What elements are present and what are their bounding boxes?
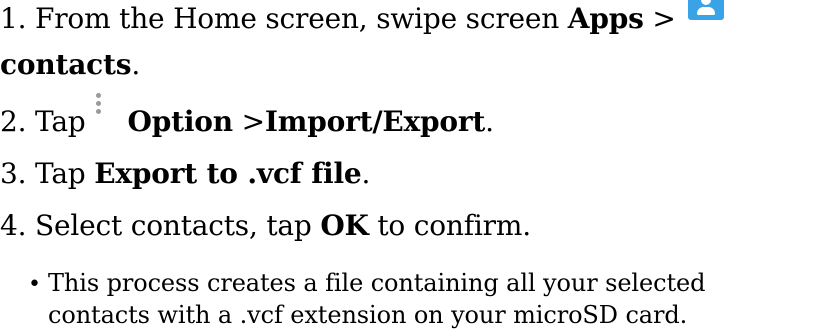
import-export-label: Import/Export bbox=[264, 105, 486, 138]
contacts-label: contacts bbox=[0, 48, 132, 81]
export-vcf-label: Export to .vcf file bbox=[94, 157, 362, 190]
note-line-2: contacts with a .vcf extension on your m… bbox=[28, 300, 705, 330]
step-1-end: . bbox=[131, 48, 141, 81]
instruction-page: 1. From the Home screen, swipe screen Ap… bbox=[0, 0, 814, 329]
note-text-2: contacts with a .vcf extension on your m… bbox=[48, 301, 688, 329]
step-2-text: 2. Tap bbox=[0, 105, 86, 138]
option-label: Option bbox=[127, 105, 234, 138]
note-line-1: • This process creates a file containing … bbox=[28, 268, 705, 300]
step-3-text: 3. Tap bbox=[0, 157, 95, 190]
step-1-text: 1. From the Home screen, swipe screen bbox=[0, 2, 568, 35]
step-4: 4. Select contacts, tap OK to confirm. bbox=[0, 207, 531, 245]
step-4-text: 4. Select contacts, tap bbox=[0, 209, 321, 242]
step-4-suffix: to confirm. bbox=[368, 209, 531, 242]
ok-label: OK bbox=[320, 209, 369, 242]
step-1: 1. From the Home screen, swipe screen Ap… bbox=[0, 0, 724, 38]
step-3: 3. Tap Export to .vcf file. bbox=[0, 155, 370, 193]
apps-label: Apps bbox=[567, 2, 644, 35]
step-2: 2. Tap Option >Import/Export. bbox=[0, 93, 494, 141]
note-text-1: This process creates a file containing a… bbox=[48, 269, 706, 297]
bullet-icon: • bbox=[28, 272, 41, 297]
note: • This process creates a file containing … bbox=[28, 268, 705, 330]
more-options-icon bbox=[92, 91, 106, 121]
step-3-end: . bbox=[361, 157, 371, 190]
step-1-separator: > bbox=[643, 2, 676, 35]
step-2-end: . bbox=[485, 105, 494, 138]
contacts-app-icon bbox=[687, 0, 724, 20]
step-1-continued: contacts. bbox=[0, 46, 140, 84]
step-2-separator: > bbox=[232, 105, 265, 138]
